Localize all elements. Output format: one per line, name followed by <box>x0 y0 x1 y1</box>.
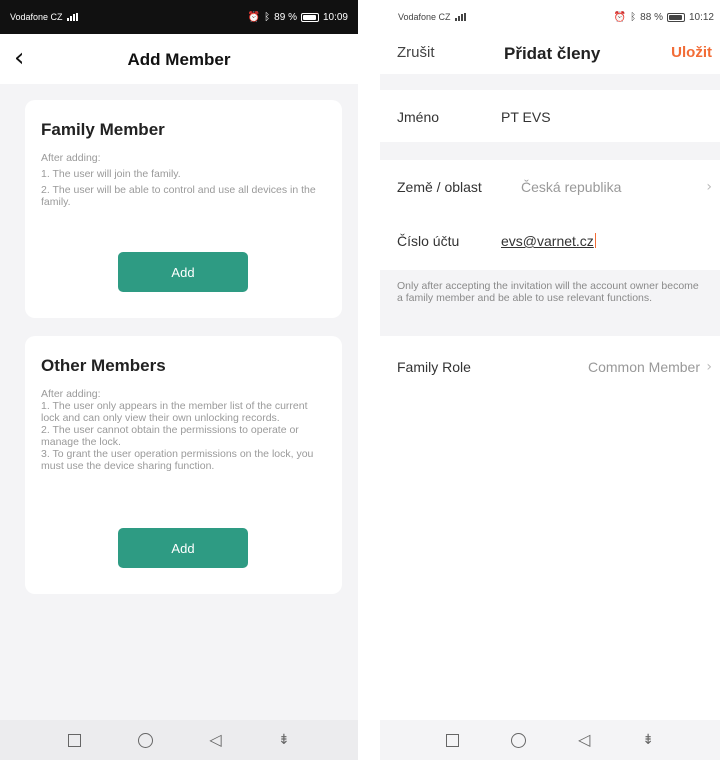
region-value: Česká republika <box>521 179 622 195</box>
page-title: Přidat členy <box>504 44 601 63</box>
card-line: After adding: <box>41 388 101 400</box>
account-row[interactable]: Číslo účtu evs@varnet.cz <box>380 216 720 266</box>
chevron-right-icon: › <box>706 179 712 195</box>
card-line: 3. To grant the user operation permissio… <box>41 448 314 472</box>
circle-icon[interactable] <box>137 732 153 748</box>
signal-icon <box>454 13 467 21</box>
right-screen: Vodafone CZ ⏰ ᛒ 88 % 10:12 Zrušit Přidat… <box>380 0 720 760</box>
add-family-member-button[interactable]: Add <box>118 252 248 292</box>
account-label: Číslo účtu <box>397 233 460 249</box>
card-line: 1. The user will join the family. <box>41 168 181 180</box>
bluetooth-icon: ᛒ <box>630 11 637 23</box>
region-label: Země / oblast <box>397 179 482 195</box>
cancel-button[interactable]: Zrušit <box>397 44 435 61</box>
clock: 10:09 <box>322 11 348 23</box>
card-line: 2. The user cannot obtain the permission… <box>41 424 299 448</box>
header: Zrušit Přidat členy Uložit <box>380 34 720 74</box>
pull-down-icon[interactable]: ⇟ <box>642 733 654 747</box>
square-icon[interactable] <box>445 733 459 747</box>
square-icon[interactable] <box>68 733 82 747</box>
battery-percent: 88 % <box>640 11 663 23</box>
card-title: Family Member <box>41 120 165 139</box>
account-input[interactable]: evs@varnet.cz <box>501 233 596 249</box>
family-member-card: Family Member After adding: 1. The user … <box>25 100 342 318</box>
triangle-back-icon[interactable]: ◁ <box>209 732 221 748</box>
section-divider <box>380 74 720 90</box>
name-value[interactable]: PT EVS <box>501 109 551 125</box>
alarm-icon: ⏰ <box>247 11 261 23</box>
family-role-value: Common Member <box>587 359 700 375</box>
battery-icon <box>300 12 319 22</box>
invitation-note: Only after accepting the invitation will… <box>380 270 720 336</box>
left-screen: Vodafone CZ ⏰ ᛒ 89 % 10:09 ‹ Add Member … <box>0 0 358 760</box>
section-divider <box>380 142 720 160</box>
card-line: 2. The user will be able to control and … <box>41 184 316 208</box>
signal-icon <box>66 13 79 21</box>
header: ‹ Add Member <box>0 34 358 84</box>
save-button[interactable]: Uložit <box>671 44 712 61</box>
status-bar: Vodafone CZ ⏰ ᛒ 88 % 10:12 <box>380 0 720 34</box>
region-row[interactable]: Země / oblast Česká republika › <box>380 162 720 212</box>
triangle-back-icon[interactable]: ◁ <box>578 732 590 748</box>
card-line: 1. The user only appears in the member l… <box>41 400 308 424</box>
alarm-icon: ⏰ <box>613 11 627 23</box>
battery-percent: 89 % <box>274 11 297 23</box>
battery-icon <box>666 12 685 22</box>
text-cursor <box>594 233 596 248</box>
family-role-label: Family Role <box>397 359 471 375</box>
account-value: evs@varnet.cz <box>501 233 594 249</box>
carrier-label: Vodafone CZ <box>10 12 63 22</box>
card-line: After adding: <box>41 152 101 164</box>
other-members-card: Other Members After adding: 1. The user … <box>25 336 342 594</box>
pull-down-icon[interactable]: ⇟ <box>278 733 290 747</box>
family-role-row[interactable]: Family Role Common Member › <box>380 342 720 392</box>
name-row[interactable]: Jméno PT EVS <box>380 92 720 142</box>
status-bar: Vodafone CZ ⏰ ᛒ 89 % 10:09 <box>0 0 358 34</box>
clock: 10:12 <box>688 11 714 23</box>
bluetooth-icon: ᛒ <box>264 11 271 23</box>
carrier-label: Vodafone CZ <box>398 12 451 22</box>
chevron-right-icon: › <box>706 359 712 375</box>
circle-icon[interactable] <box>510 732 526 748</box>
name-label: Jméno <box>397 109 440 125</box>
system-nav-bar: ◁ ⇟ <box>380 720 720 760</box>
page-title: Add Member <box>127 50 231 69</box>
system-nav-bar: ◁ ⇟ <box>0 720 358 760</box>
card-title: Other Members <box>41 356 166 375</box>
add-other-member-button[interactable]: Add <box>118 528 248 568</box>
